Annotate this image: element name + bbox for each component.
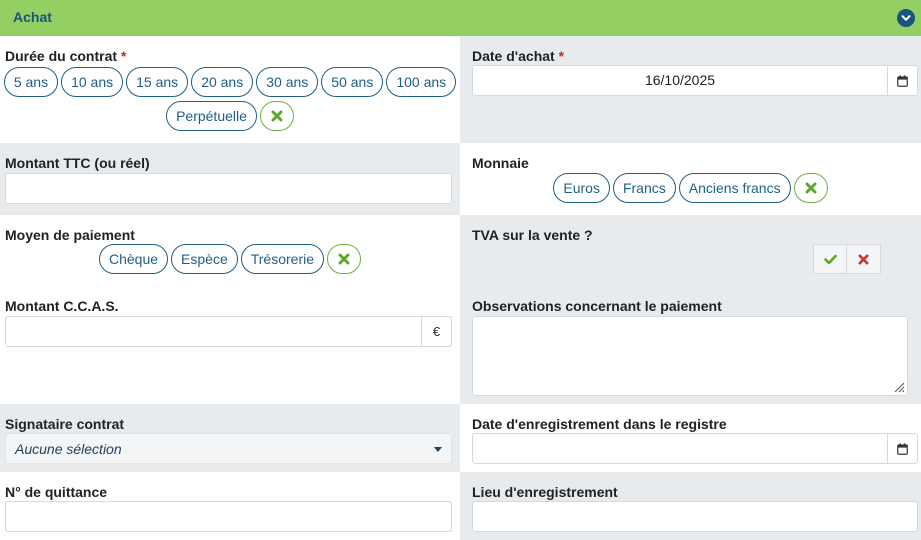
date-enregistrement-input[interactable] bbox=[472, 433, 918, 464]
tva-yes-button[interactable] bbox=[813, 244, 847, 274]
duree-option-100[interactable]: 100 ans bbox=[386, 67, 457, 97]
monnaie-cell: Monnaie Euros Francs Anciens francs bbox=[460, 143, 921, 215]
tva-label: TVA sur la vente ? bbox=[472, 227, 593, 243]
quittance-cell: N° de quittance bbox=[0, 472, 460, 540]
montant-ttc-label: Montant TTC (ou réel) bbox=[5, 155, 150, 171]
observations-cell: Observations concernant le paiement bbox=[460, 287, 921, 404]
chevron-down-icon[interactable] bbox=[897, 9, 915, 27]
x-icon bbox=[805, 182, 817, 194]
moyen-paiement-cell: Moyen de paiement Chèque Espèce Trésorer… bbox=[0, 215, 460, 287]
monnaie-clear-button[interactable] bbox=[793, 173, 828, 203]
duree-option-50[interactable]: 50 ans bbox=[321, 67, 384, 97]
lieu-enregistrement-cell: Lieu d'enregistrement bbox=[460, 472, 921, 540]
tva-cell: TVA sur la vente ? bbox=[460, 215, 921, 287]
lieu-enregistrement-input[interactable] bbox=[472, 501, 918, 532]
duree-options-row-2: Perpétuelle bbox=[0, 101, 460, 131]
duree-option-5[interactable]: 5 ans bbox=[3, 67, 59, 97]
monnaie-option-anciens-francs[interactable]: Anciens francs bbox=[678, 173, 791, 203]
section-header[interactable]: Achat bbox=[0, 0, 921, 36]
montant-ttc-input[interactable] bbox=[5, 173, 452, 204]
duree-clear-button[interactable] bbox=[259, 101, 294, 131]
date-achat-label: Date d'achat * bbox=[472, 48, 565, 64]
euro-unit: € bbox=[421, 317, 451, 346]
moyen-paiement-label: Moyen de paiement bbox=[5, 227, 135, 243]
moyen-paiement-options: Chèque Espèce Trésorerie bbox=[0, 244, 460, 274]
tva-toggle bbox=[813, 244, 881, 274]
calendar-icon[interactable] bbox=[887, 434, 917, 463]
quittance-label: N° de quittance bbox=[5, 484, 108, 500]
signataire-select[interactable]: Aucune sélection bbox=[5, 433, 452, 464]
date-enregistrement-cell: Date d'enregistrement dans le registre bbox=[460, 404, 921, 472]
date-achat-cell: Date d'achat * 16/10/2025 bbox=[460, 36, 921, 143]
monnaie-options: Euros Francs Anciens francs bbox=[460, 173, 921, 203]
tva-no-button[interactable] bbox=[847, 244, 881, 274]
required-mark: * bbox=[558, 48, 565, 64]
required-mark: * bbox=[120, 48, 127, 64]
x-icon bbox=[271, 110, 283, 122]
calendar-icon[interactable] bbox=[887, 66, 917, 95]
x-icon bbox=[858, 254, 869, 264]
observations-textarea[interactable] bbox=[472, 316, 908, 396]
duree-option-30[interactable]: 30 ans bbox=[256, 67, 319, 97]
section-title: Achat bbox=[13, 9, 52, 25]
monnaie-option-euros[interactable]: Euros bbox=[553, 173, 610, 203]
monnaie-label: Monnaie bbox=[472, 155, 529, 171]
monnaie-option-francs[interactable]: Francs bbox=[612, 173, 676, 203]
paiement-option-tresorerie[interactable]: Trésorerie bbox=[240, 244, 325, 274]
caret-down-icon bbox=[434, 447, 442, 452]
quittance-input[interactable] bbox=[5, 501, 452, 532]
duree-option-10[interactable]: 10 ans bbox=[61, 67, 124, 97]
date-enregistrement-label: Date d'enregistrement dans le registre bbox=[472, 416, 727, 432]
date-achat-input[interactable]: 16/10/2025 bbox=[472, 65, 918, 96]
paiement-option-espece[interactable]: Espèce bbox=[171, 244, 238, 274]
duree-option-15[interactable]: 15 ans bbox=[126, 67, 189, 97]
signataire-label: Signataire contrat bbox=[5, 416, 125, 432]
duree-option-perpetuelle[interactable]: Perpétuelle bbox=[166, 101, 257, 131]
check-icon bbox=[823, 254, 837, 264]
lieu-enregistrement-label: Lieu d'enregistrement bbox=[472, 484, 618, 500]
montant-ttc-cell: Montant TTC (ou réel) bbox=[0, 143, 460, 215]
duree-cell: Durée du contrat * 5 ans 10 ans 15 ans 2… bbox=[0, 36, 460, 143]
paiement-clear-button[interactable] bbox=[327, 244, 362, 274]
observations-label: Observations concernant le paiement bbox=[472, 298, 722, 314]
paiement-option-cheque[interactable]: Chèque bbox=[98, 244, 169, 274]
duree-label: Durée du contrat * bbox=[5, 48, 127, 64]
duree-options-row-1: 5 ans 10 ans 15 ans 20 ans 30 ans 50 ans… bbox=[0, 67, 460, 97]
duree-option-20[interactable]: 20 ans bbox=[191, 67, 254, 97]
x-icon bbox=[338, 253, 350, 265]
montant-ccas-label: Montant C.C.A.S. bbox=[5, 298, 119, 314]
resize-grip-icon[interactable] bbox=[893, 381, 905, 393]
montant-ccas-input[interactable]: € bbox=[5, 316, 452, 347]
montant-ccas-cell: Montant C.C.A.S. € bbox=[0, 287, 460, 404]
signataire-cell: Signataire contrat Aucune sélection bbox=[0, 404, 460, 472]
